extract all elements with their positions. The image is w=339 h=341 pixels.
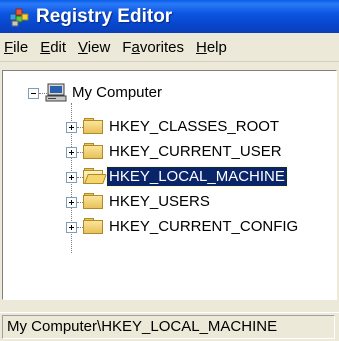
expand-icon[interactable] [66,197,77,208]
status-path: My Computer\HKEY_LOCAL_MACHINE [2,315,335,339]
menu-bar: File Edit View Favorites Help [0,33,339,62]
menu-help-accel: H [196,38,207,56]
my-computer-icon [45,83,67,103]
expand-icon[interactable] [66,147,77,158]
menu-help-label: elp [206,38,227,56]
registry-tree[interactable]: My Computer HKEY_CLASSES_ROOT HKEY_CURRE… [2,70,337,300]
expand-icon[interactable] [66,122,77,133]
open-folder-icon [83,167,107,184]
menu-edit[interactable]: Edit [34,39,72,56]
tree-item-my-computer[interactable]: My Computer [70,83,164,102]
title-bar[interactable]: Registry Editor [0,0,339,33]
folder-icon [83,192,103,209]
expand-icon[interactable] [66,222,77,233]
menu-favorites[interactable]: Favorites [116,39,190,56]
expand-icon[interactable] [66,172,77,183]
tree-item-key-selected[interactable]: HKEY_LOCAL_MACHINE [106,166,288,187]
tree-item-key[interactable]: HKEY_CURRENT_CONFIG [107,217,300,236]
collapse-icon[interactable] [28,88,39,99]
registry-editor-icon [8,6,30,28]
menu-file-accel: F [4,38,14,56]
window-title: Registry Editor [36,5,173,27]
menu-view-label: iew [87,38,111,56]
menu-file-label: ile [13,38,29,56]
menu-favorites-label: vorites [139,38,184,56]
tree-item-key[interactable]: HKEY_USERS [107,192,212,211]
folder-icon [83,142,103,159]
tree-item-key[interactable]: HKEY_CLASSES_ROOT [107,117,281,136]
folder-icon [83,117,103,134]
folder-icon [83,217,103,234]
menu-view[interactable]: View [72,39,116,56]
menu-edit-accel: E [40,38,51,56]
menu-edit-label: dit [50,38,67,56]
menu-help[interactable]: Help [190,39,233,56]
menu-view-accel: V [78,38,88,56]
menu-favorites-accel: a [131,38,140,56]
tree-item-key[interactable]: HKEY_CURRENT_USER [107,142,284,161]
menu-file[interactable]: File [0,39,34,56]
status-bar: My Computer\HKEY_LOCAL_MACHINE [0,312,339,341]
